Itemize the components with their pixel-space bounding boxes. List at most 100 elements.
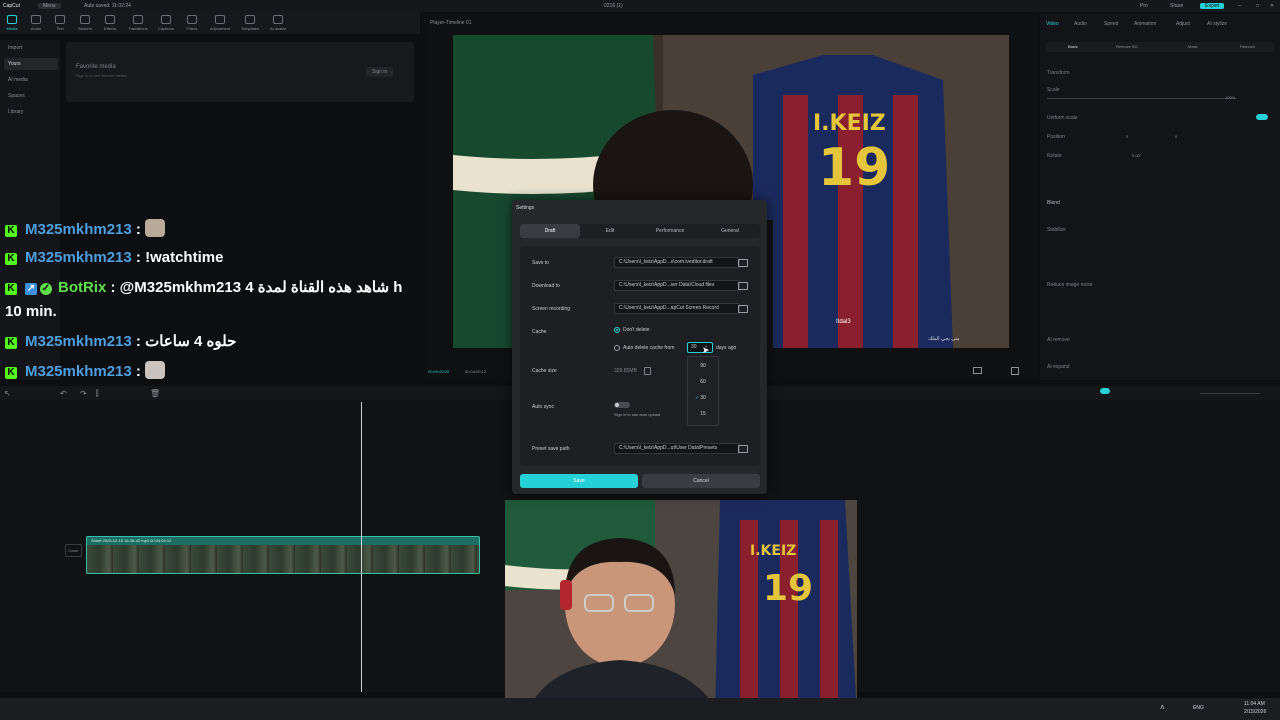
delete-icon[interactable]: 🗑 bbox=[150, 389, 160, 398]
settings-dialog: Settings Draft Edit Performance General … bbox=[512, 200, 767, 494]
video-clip[interactable]: Sheet 2025-12-16 16-36-42.mp4 00:04:09:1… bbox=[86, 536, 480, 574]
dont-delete-radio[interactable] bbox=[614, 327, 620, 333]
ai-avatar-icon bbox=[273, 15, 283, 24]
audio-icon bbox=[31, 15, 41, 24]
chat-username: BotRix bbox=[58, 279, 107, 296]
toolbar-adjustment[interactable]: Adjustment bbox=[208, 15, 232, 31]
screen-recording-label: Screen recording bbox=[532, 306, 571, 312]
toolbar-ai-avatar[interactable]: AI avatar bbox=[266, 15, 290, 31]
zoom-slider[interactable] bbox=[1200, 393, 1260, 394]
position-x[interactable]: 0 bbox=[1126, 134, 1128, 139]
folder-icon[interactable] bbox=[738, 305, 748, 313]
dropdown-option[interactable]: 90 bbox=[688, 359, 718, 373]
days-select-value: 30 bbox=[691, 344, 697, 350]
tab-video[interactable]: Video bbox=[1046, 21, 1059, 27]
playhead[interactable] bbox=[361, 402, 362, 692]
maximize-icon[interactable]: □ bbox=[1256, 3, 1259, 9]
ratio-icon[interactable] bbox=[973, 367, 982, 374]
menu-button[interactable]: Menu bbox=[38, 3, 61, 9]
svg-text:I.KEIZ: I.KEIZ bbox=[813, 111, 886, 136]
stabilize-label[interactable]: Stabilize bbox=[1047, 227, 1066, 233]
magnet-toggle[interactable] bbox=[1100, 388, 1110, 394]
mouse-cursor-icon: ➤ bbox=[702, 345, 710, 355]
nav-yours[interactable]: Yours bbox=[4, 58, 58, 70]
ai-remove-label[interactable]: AI remove bbox=[1047, 337, 1070, 343]
toolbar-filters[interactable]: Filters bbox=[180, 15, 204, 31]
trash-icon[interactable] bbox=[644, 367, 651, 375]
blend-label[interactable]: Blend bbox=[1047, 200, 1060, 206]
dropdown-option[interactable]: 15 bbox=[688, 407, 718, 421]
folder-icon[interactable] bbox=[738, 259, 748, 267]
tab-animation[interactable]: Animation bbox=[1134, 21, 1156, 27]
toolbar-media[interactable]: Media bbox=[0, 15, 24, 31]
uniform-scale-toggle[interactable] bbox=[1256, 114, 1268, 120]
scale-slider[interactable] bbox=[1047, 98, 1237, 99]
export-button[interactable]: Export bbox=[1200, 3, 1225, 9]
text-icon bbox=[55, 15, 65, 24]
dropdown-option[interactable]: 60 bbox=[688, 375, 718, 389]
share-button[interactable]: Share bbox=[1170, 3, 1183, 9]
title-bar: CapCut Menu Auto saved: 11:02:24 0216 (1… bbox=[0, 0, 1280, 12]
rotate-value[interactable]: 0.00° bbox=[1132, 153, 1141, 158]
subtab-mask[interactable]: Mask bbox=[1188, 44, 1198, 49]
toolbar-captions[interactable]: Captions bbox=[154, 15, 178, 31]
cover-button[interactable]: Cover bbox=[65, 544, 82, 557]
rotate-label: Rotate bbox=[1047, 153, 1062, 159]
pro-button[interactable]: Pro bbox=[1140, 3, 1148, 9]
fullscreen-icon[interactable] bbox=[1011, 367, 1019, 375]
position-label: Position bbox=[1047, 134, 1065, 140]
nav-ai-media[interactable]: AI media bbox=[4, 74, 58, 86]
tab-performance[interactable]: Performance bbox=[640, 224, 700, 238]
clock-date[interactable]: 2/15/2026 bbox=[1244, 709, 1266, 715]
toolbar-effects[interactable]: Effects bbox=[98, 15, 122, 31]
position-y[interactable]: 0 bbox=[1175, 134, 1177, 139]
tab-general[interactable]: General bbox=[700, 224, 760, 238]
scale-label: Scale bbox=[1047, 87, 1060, 93]
select-tool-icon[interactable]: ↖ bbox=[4, 389, 11, 398]
scale-value[interactable]: 100% bbox=[1225, 95, 1235, 100]
favorite-media-title: Favorite media bbox=[76, 64, 116, 70]
auto-delete-radio[interactable] bbox=[614, 345, 620, 351]
subtab-basic[interactable]: Basic bbox=[1068, 44, 1078, 49]
tab-adjust[interactable]: Adjust bbox=[1176, 21, 1190, 27]
auto-sync-toggle[interactable] bbox=[614, 402, 630, 408]
toolbar-audio[interactable]: Audio bbox=[24, 15, 48, 31]
folder-icon[interactable] bbox=[738, 282, 748, 290]
folder-icon[interactable] bbox=[738, 445, 748, 453]
properties-panel: Video Audio Speed Animation Adjust AI st… bbox=[1040, 14, 1280, 380]
redo-icon[interactable]: ↷ bbox=[80, 389, 87, 398]
app-name: CapCut bbox=[3, 3, 20, 9]
toolbar-text[interactable]: Text bbox=[48, 15, 72, 31]
reduce-noise-label[interactable]: Reduce image noise bbox=[1047, 282, 1093, 288]
chat-username: M325mkhm213 bbox=[25, 363, 132, 380]
toolbar-templates[interactable]: Templates bbox=[238, 15, 262, 31]
clock-time[interactable]: 11:04 AM bbox=[1244, 701, 1265, 707]
chat-line-continuation: 10 min. bbox=[5, 303, 57, 320]
settings-body: Save to C:\Users\l_keiz\AppD...s\com.lve… bbox=[520, 246, 760, 466]
undo-icon[interactable]: ↶ bbox=[60, 389, 67, 398]
close-icon[interactable]: ✕ bbox=[1270, 3, 1274, 9]
subtab-retouch[interactable]: Retouch bbox=[1240, 44, 1255, 49]
tray-chevron-icon[interactable]: ˄ bbox=[1160, 703, 1165, 712]
tab-ai-stylize[interactable]: AI stylize bbox=[1207, 21, 1227, 27]
sign-in-button[interactable]: Sign in bbox=[366, 67, 394, 77]
favorite-media-panel: Favorite media Sign in to see favorite m… bbox=[66, 42, 414, 102]
tab-draft[interactable]: Draft bbox=[520, 224, 580, 238]
nav-spaces[interactable]: Spaces bbox=[4, 90, 58, 102]
subtab-remove-bg[interactable]: Remove BG bbox=[1116, 44, 1138, 49]
toolbar-stickers[interactable]: Stickers bbox=[73, 15, 97, 31]
cancel-button[interactable]: Cancel bbox=[642, 474, 760, 488]
bot-badge-icon: ↗ bbox=[25, 283, 37, 295]
minimize-icon[interactable]: ─ bbox=[1238, 3, 1242, 9]
dropdown-option-selected[interactable]: ✓ 30 bbox=[688, 391, 718, 405]
toolbar-transitions[interactable]: Transitions bbox=[126, 15, 150, 31]
split-icon[interactable]: ⫿ bbox=[96, 389, 99, 399]
save-button[interactable]: Save bbox=[520, 474, 638, 488]
language-indicator[interactable]: ENG bbox=[1193, 705, 1204, 711]
tab-speed[interactable]: Speed bbox=[1104, 21, 1118, 27]
tab-edit[interactable]: Edit bbox=[580, 224, 640, 238]
tab-audio[interactable]: Audio bbox=[1074, 21, 1087, 27]
ai-expand-label[interactable]: AI expand bbox=[1047, 364, 1070, 370]
nav-import[interactable]: Import bbox=[4, 42, 58, 54]
nav-library[interactable]: Library bbox=[4, 106, 58, 118]
